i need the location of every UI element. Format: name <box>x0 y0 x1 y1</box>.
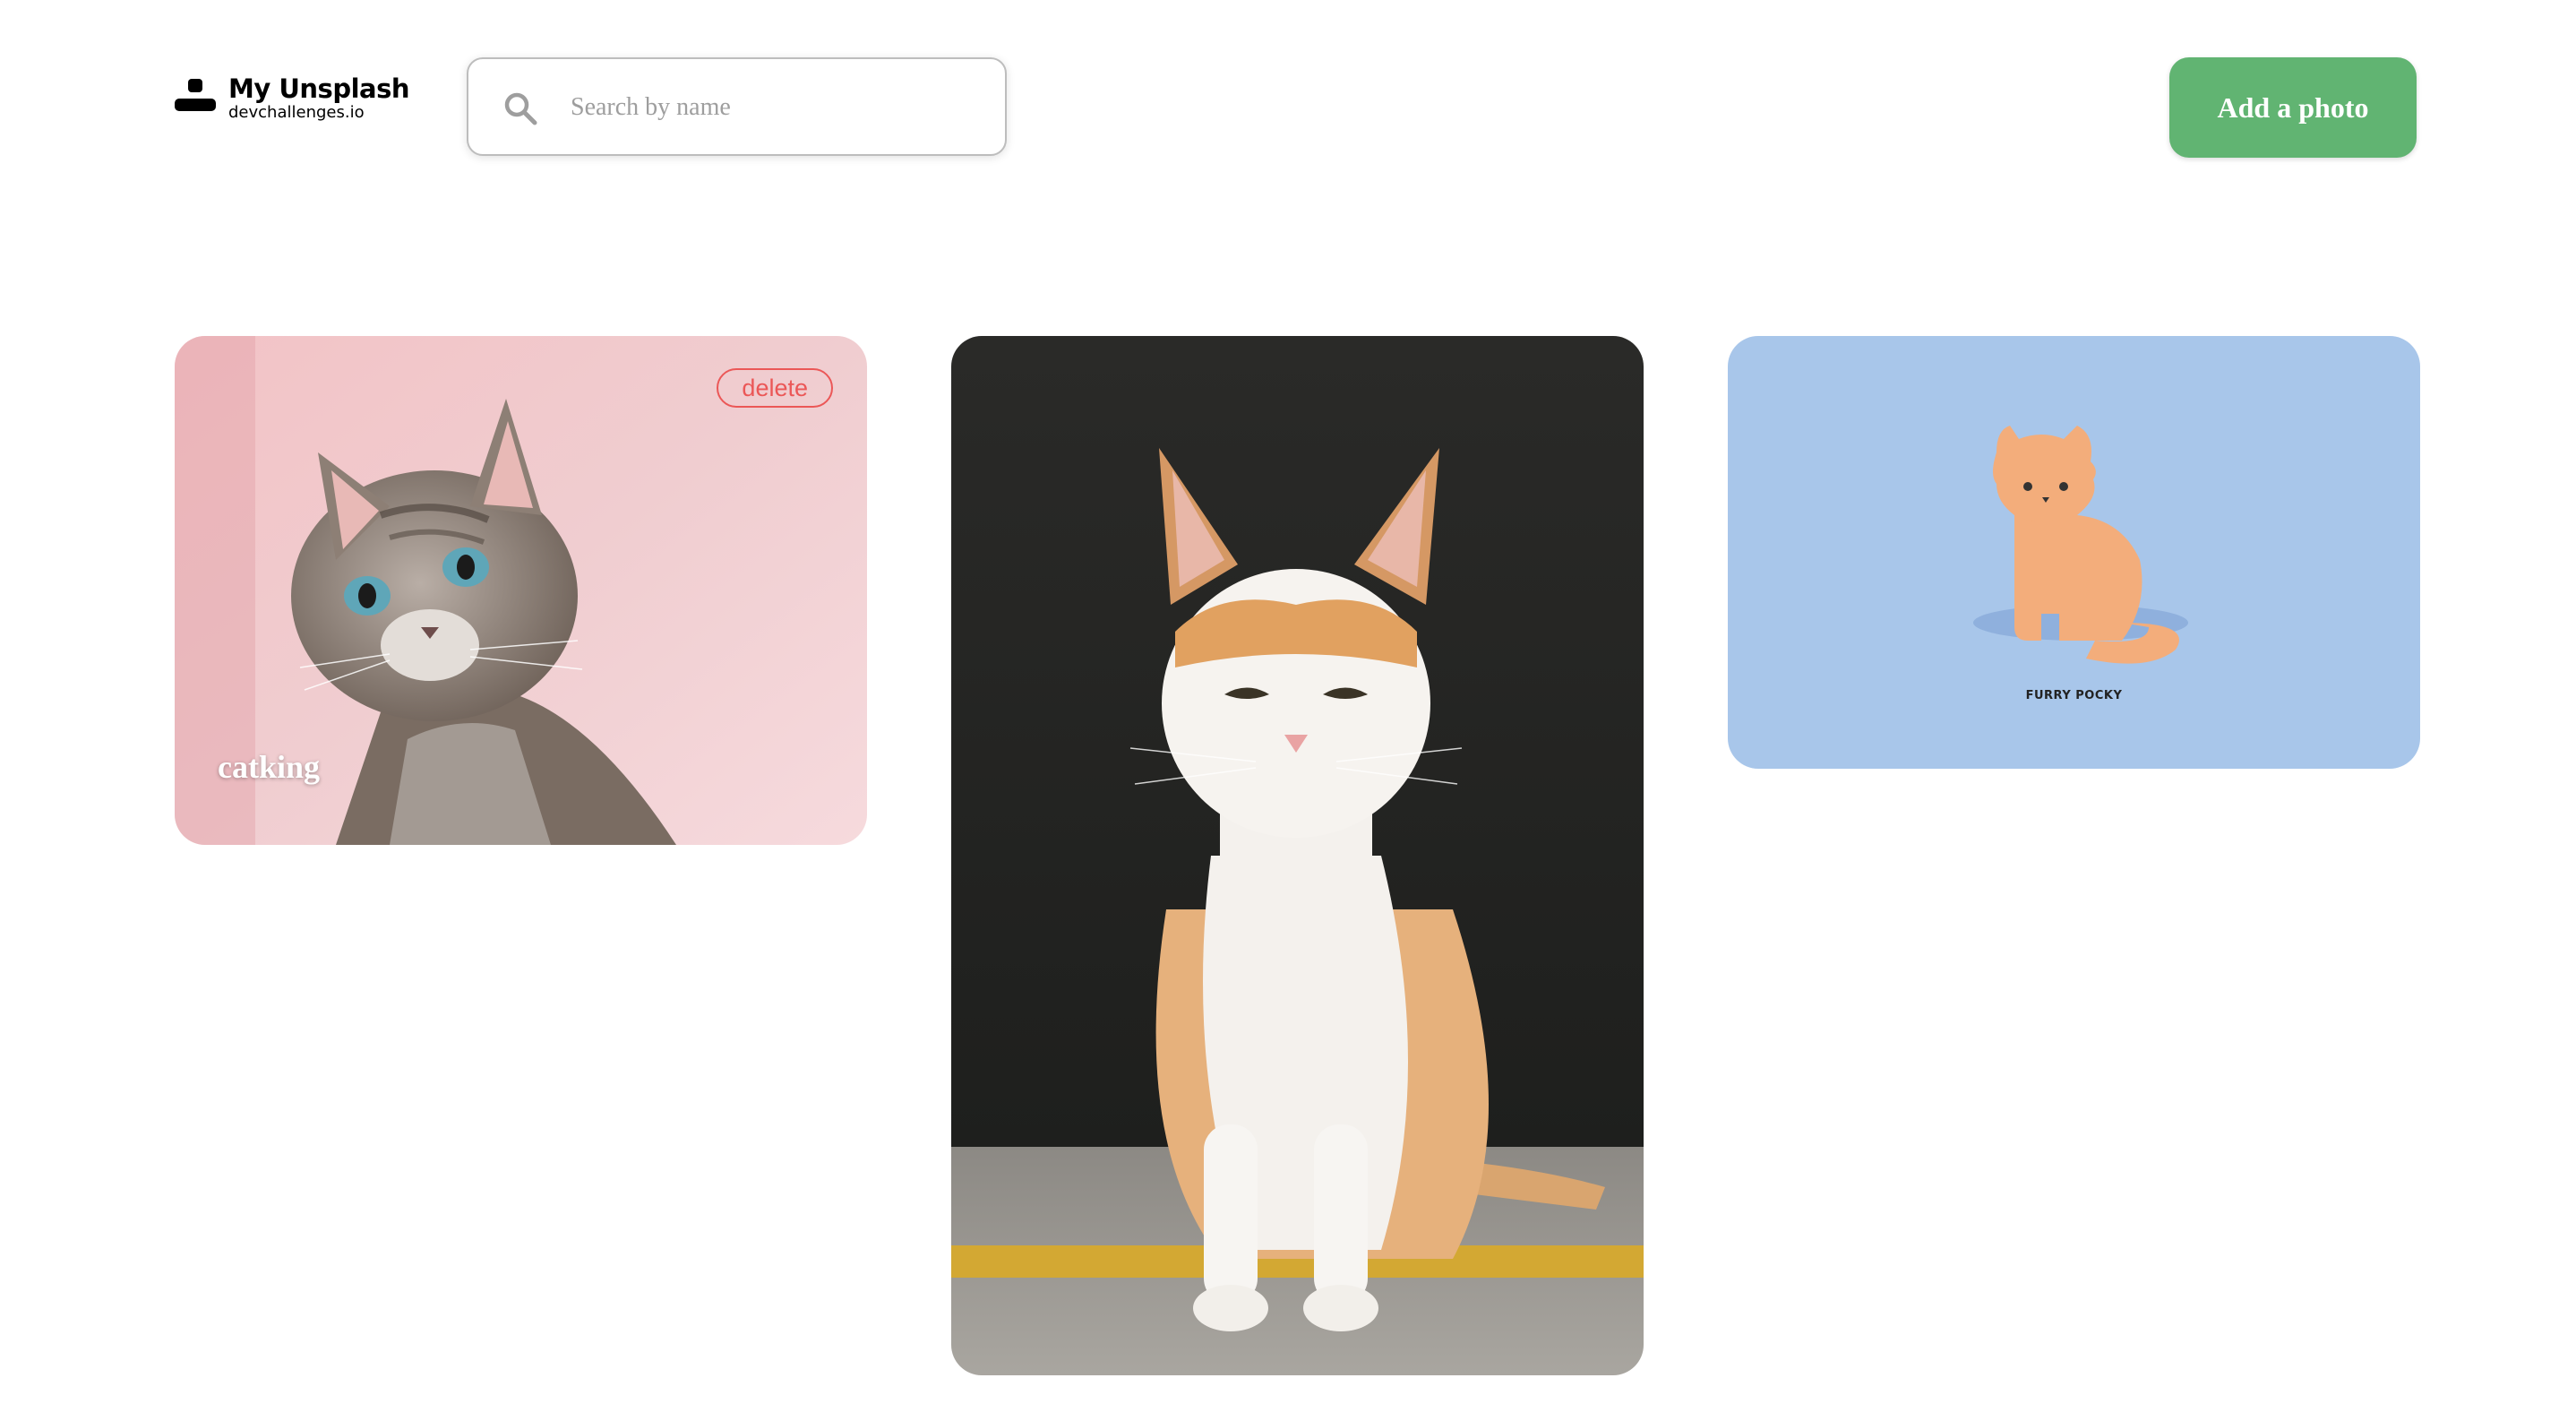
photo-image <box>1728 336 2420 769</box>
user-icon <box>175 79 216 116</box>
photo-card[interactable]: delete catking <box>175 336 867 845</box>
delete-button[interactable]: delete <box>717 368 833 408</box>
app-title: My Unsplash <box>228 73 410 104</box>
app-subtitle: devchallenges.io <box>228 103 365 122</box>
app-logo[interactable]: My Unsplash devchallenges.io <box>175 73 410 122</box>
photo-image <box>951 336 1644 1375</box>
photo-label: catking <box>218 749 321 785</box>
illustration-caption: FURRY POCKY <box>2025 689 2123 702</box>
search-input[interactable] <box>569 59 984 156</box>
logo-text: My Unsplash devchallenges.io <box>228 73 410 122</box>
add-photo-button[interactable]: Add a photo <box>2169 57 2417 158</box>
photo-card[interactable]: FURRY POCKY <box>1728 336 2420 769</box>
photo-card[interactable] <box>951 336 1644 1375</box>
search-icon <box>504 92 537 125</box>
search-box[interactable] <box>467 57 1007 156</box>
